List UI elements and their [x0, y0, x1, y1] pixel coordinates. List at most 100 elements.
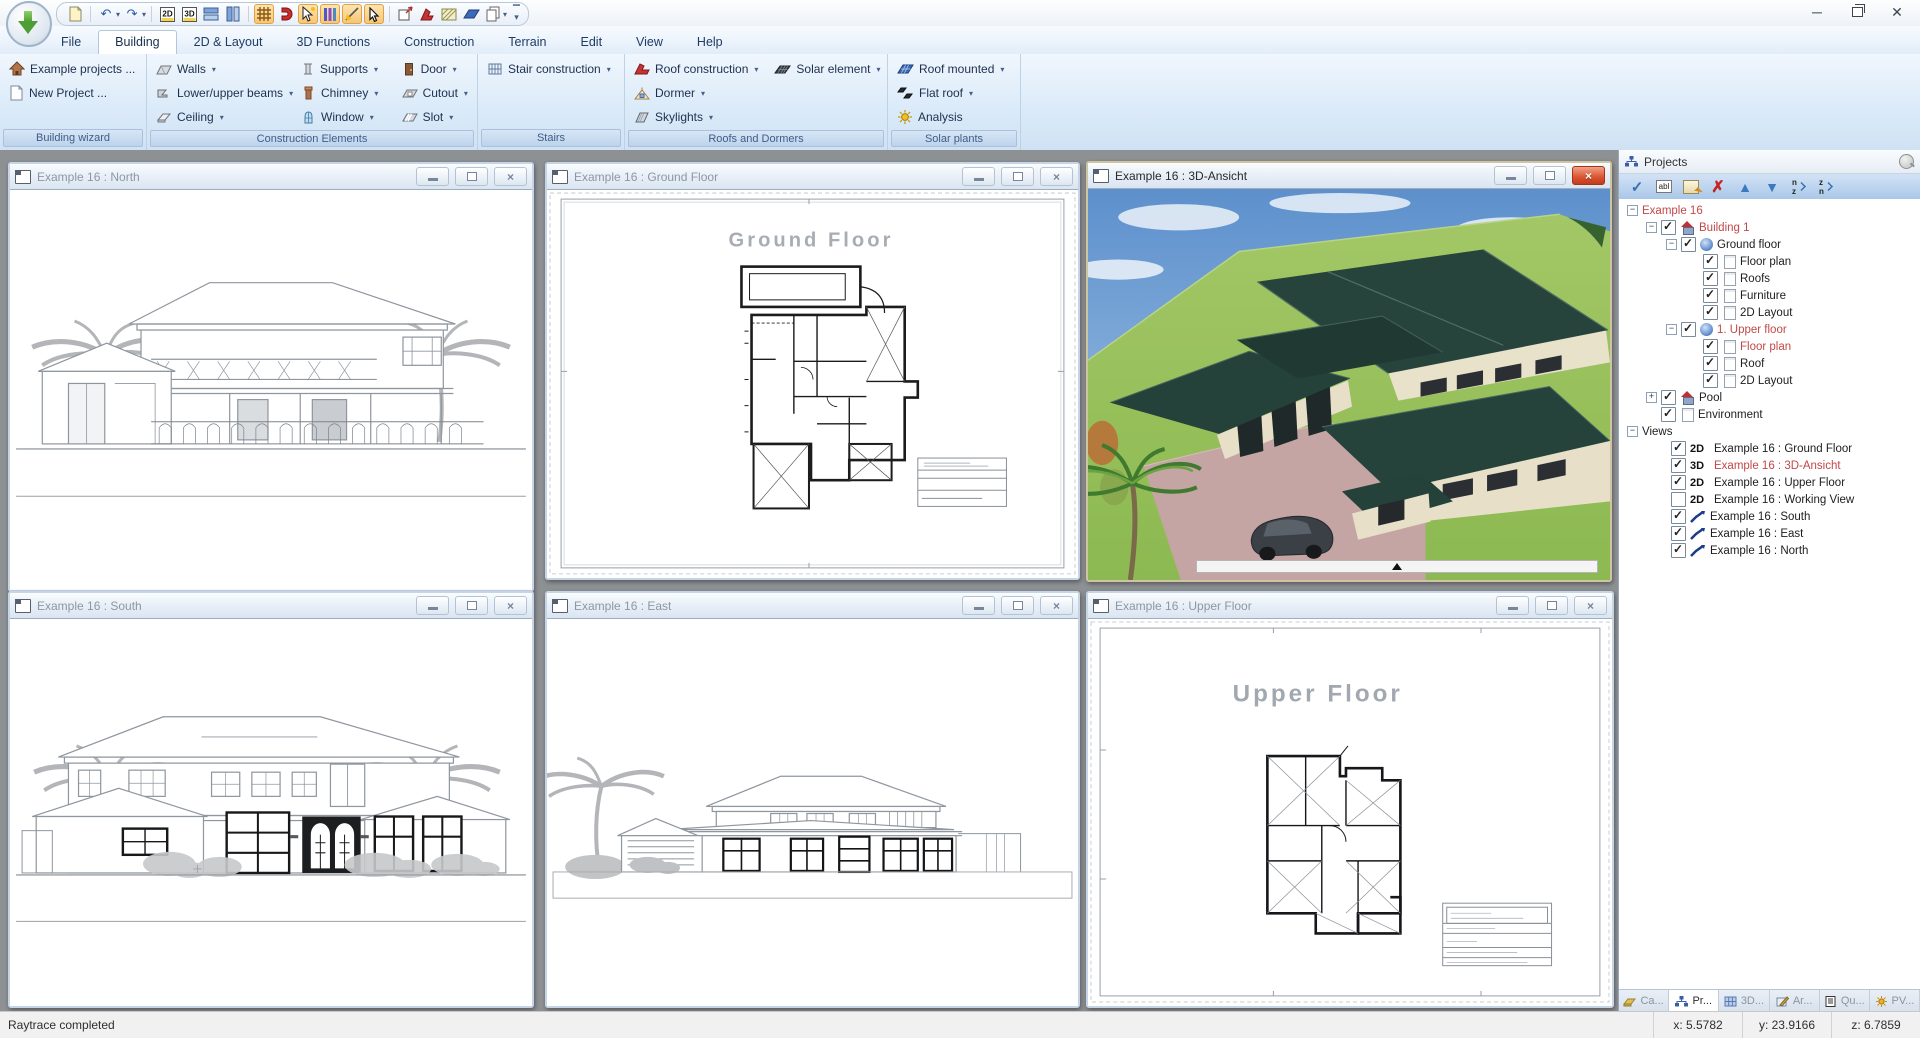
- duplicate-button[interactable]: [483, 4, 503, 24]
- transform-box-button[interactable]: [395, 4, 415, 24]
- east-close-button[interactable]: ×: [1040, 596, 1073, 615]
- checkbox[interactable]: [1703, 305, 1718, 320]
- roof-flag-button[interactable]: [417, 4, 437, 24]
- checkbox[interactable]: [1681, 322, 1696, 337]
- slot-button[interactable]: Slot▾: [399, 105, 471, 129]
- minimize-button[interactable]: ─: [1800, 1, 1834, 23]
- roof-plane-button[interactable]: [461, 4, 481, 24]
- checkbox[interactable]: [1671, 526, 1686, 541]
- delete-button[interactable]: ✗: [1709, 178, 1727, 196]
- cutout-button[interactable]: Cutout▾: [399, 81, 471, 105]
- chimney-button[interactable]: Chimney▾: [298, 81, 389, 105]
- ground-minimize-button[interactable]: [962, 167, 995, 186]
- panel-tab-pv[interactable]: PV...: [1870, 990, 1920, 1012]
- checkbox[interactable]: [1703, 339, 1718, 354]
- tree-item-roofs[interactable]: Roofs: [1619, 270, 1920, 287]
- tab-construction[interactable]: Construction: [387, 30, 491, 54]
- tree-item-upper-floor-plan[interactable]: Floor plan: [1619, 338, 1920, 355]
- snap-magnet-button[interactable]: [276, 4, 296, 24]
- sort-ascending-button[interactable]: nz: [1790, 178, 1808, 196]
- checkbox[interactable]: [1681, 237, 1696, 252]
- window-east-titlebar[interactable]: Example 16 : East ×: [547, 593, 1078, 618]
- tree-item-upper-2d-layout[interactable]: 2D Layout: [1619, 372, 1920, 389]
- tab-building[interactable]: Building: [98, 30, 176, 54]
- flat-roof-button[interactable]: Flat roof▾: [894, 81, 1014, 105]
- panel-tab-quantities[interactable]: Qu...: [1820, 990, 1870, 1012]
- tab-3d-functions[interactable]: 3D Functions: [279, 30, 387, 54]
- 3d-close-button[interactable]: ×: [1572, 166, 1605, 185]
- duplicate-dropdown[interactable]: ▾: [503, 10, 507, 19]
- checkbox[interactable]: [1661, 407, 1676, 422]
- split-horizontal-button[interactable]: [201, 4, 221, 24]
- window-upper-floor-titlebar[interactable]: Example 16 : Upper Floor ×: [1088, 593, 1612, 618]
- 3d-render-canvas[interactable]: [1088, 188, 1610, 580]
- skylights-button[interactable]: Skylights▾: [631, 105, 761, 129]
- move-up-button[interactable]: ▲: [1736, 178, 1754, 196]
- supports-button[interactable]: Supports▾: [298, 57, 389, 81]
- tab-file[interactable]: File: [44, 30, 98, 54]
- checkbox[interactable]: [1703, 356, 1718, 371]
- tree-item-view-ground[interactable]: 2D Example 16 : Ground Floor: [1619, 440, 1920, 457]
- 3d-restore-button[interactable]: [1533, 166, 1566, 185]
- north-minimize-button[interactable]: [416, 167, 449, 186]
- measure-spark-button[interactable]: [342, 4, 362, 24]
- tree-item-view-upper[interactable]: 2D Example 16 : Upper Floor: [1619, 474, 1920, 491]
- north-elevation-canvas[interactable]: [10, 189, 532, 590]
- tree-item-building[interactable]: Building 1: [1619, 219, 1920, 236]
- example-projects-button[interactable]: Example projects ...: [6, 57, 140, 81]
- pin-icon[interactable]: [1899, 154, 1914, 169]
- window-3d-titlebar[interactable]: Example 16 : 3D-Ansicht ×: [1088, 163, 1610, 188]
- tree-item-ground-floor[interactable]: Ground floor: [1619, 236, 1920, 253]
- move-down-button[interactable]: ▼: [1763, 178, 1781, 196]
- qat-overflow-button[interactable]: ▔▾: [513, 7, 520, 21]
- expander[interactable]: [1627, 426, 1638, 437]
- tree-item-pool[interactable]: Pool: [1619, 389, 1920, 406]
- south-minimize-button[interactable]: [416, 596, 449, 615]
- rename-button[interactable]: abl: [1655, 178, 1673, 196]
- view-3d-button[interactable]: 3D: [179, 4, 199, 24]
- east-restore-button[interactable]: [1001, 596, 1034, 615]
- panel-tab-projects[interactable]: Pr...: [1669, 990, 1719, 1012]
- south-close-button[interactable]: ×: [494, 596, 527, 615]
- roof-construction-button[interactable]: Roof construction▾: [631, 57, 761, 81]
- hatch-fill-button[interactable]: [439, 4, 459, 24]
- tree-item-environment[interactable]: Environment: [1619, 406, 1920, 423]
- dormer-button[interactable]: Dormer▾: [631, 81, 761, 105]
- ground-floor-canvas[interactable]: Ground Floor: [547, 189, 1078, 578]
- window-button[interactable]: Window▾: [298, 105, 389, 129]
- apply-check-button[interactable]: ✓: [1628, 178, 1646, 196]
- window-south-titlebar[interactable]: Example 16 : South ×: [10, 593, 532, 618]
- walls-button[interactable]: Walls▾: [153, 57, 288, 81]
- undo-button[interactable]: ↶: [96, 4, 116, 24]
- tab-help[interactable]: Help: [680, 30, 740, 54]
- checkbox[interactable]: [1703, 254, 1718, 269]
- panel-tab-catalog[interactable]: Ca...: [1619, 990, 1669, 1012]
- tree-item-furniture[interactable]: Furniture: [1619, 287, 1920, 304]
- select-cursor-button[interactable]: [364, 4, 384, 24]
- south-restore-button[interactable]: [455, 596, 488, 615]
- app-logo-button[interactable]: [6, 1, 52, 47]
- door-button[interactable]: Door▾: [399, 57, 471, 81]
- split-vertical-button[interactable]: [223, 4, 243, 24]
- expander[interactable]: [1666, 324, 1677, 335]
- upper-floor-canvas[interactable]: Upper Floor: [1088, 618, 1612, 1006]
- checkbox[interactable]: [1703, 373, 1718, 388]
- expander[interactable]: [1646, 392, 1657, 403]
- tab-view[interactable]: View: [619, 30, 680, 54]
- maximize-button[interactable]: [1840, 1, 1874, 23]
- panel-tab-3d[interactable]: 3D...: [1719, 990, 1769, 1012]
- close-button[interactable]: ✕: [1880, 1, 1914, 23]
- tab-2d-layout[interactable]: 2D & Layout: [177, 30, 280, 54]
- checkbox[interactable]: [1703, 288, 1718, 303]
- redo-button[interactable]: ↷: [122, 4, 142, 24]
- upper-minimize-button[interactable]: [1496, 596, 1529, 615]
- tab-edit[interactable]: Edit: [564, 30, 620, 54]
- new-file-button[interactable]: [65, 4, 85, 24]
- sort-descending-button[interactable]: zn: [1817, 178, 1835, 196]
- roof-mounted-button[interactable]: Roof mounted▾: [894, 57, 1014, 81]
- expander[interactable]: [1646, 222, 1657, 233]
- edit-cursor-button[interactable]: [298, 4, 318, 24]
- upper-close-button[interactable]: ×: [1574, 596, 1607, 615]
- checkbox[interactable]: [1703, 271, 1718, 286]
- analysis-button[interactable]: Analysis: [894, 105, 1014, 129]
